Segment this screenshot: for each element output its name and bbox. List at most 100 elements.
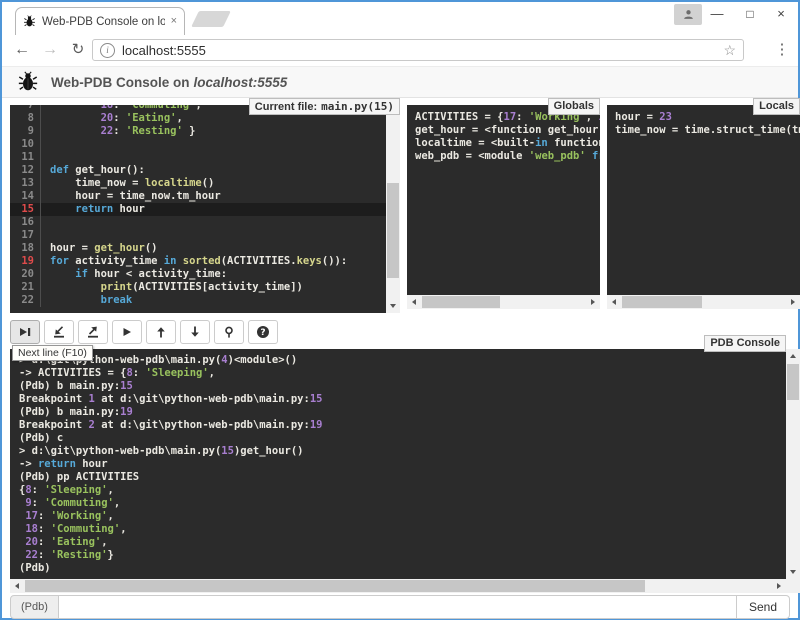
new-tab-button[interactable] (191, 11, 231, 27)
profile-icon (682, 8, 695, 21)
command-input[interactable] (59, 595, 737, 619)
next-line-button[interactable] (10, 320, 40, 344)
token: : (113, 112, 126, 124)
minimize-button[interactable]: — (702, 2, 732, 26)
forward-button[interactable]: → (38, 35, 62, 66)
token (50, 268, 75, 280)
console-line: Breakpoint 1 at d:\git\python-web-pdb\ma… (19, 393, 777, 406)
scroll-left-button[interactable] (10, 579, 24, 593)
token: def (50, 164, 69, 176)
send-button[interactable]: Send (737, 595, 790, 619)
line-number: 21 (10, 281, 41, 294)
code-vertical-scrollbar[interactable] (386, 105, 400, 313)
console-vertical-scrollbar[interactable] (786, 349, 800, 579)
token: for (50, 255, 69, 267)
token: sorted (183, 255, 221, 267)
scroll-thumb[interactable] (25, 580, 645, 592)
scroll-down-button[interactable] (786, 565, 800, 579)
token: 'Commuting' (44, 497, 114, 509)
console-line: (Pdb) b main.py:15 (19, 380, 777, 393)
pdb-console-output: > d:\git\python-web-pdb\main.py(4)<modul… (10, 349, 786, 579)
help-button[interactable]: ? (248, 320, 278, 344)
token: 15 (221, 445, 234, 457)
token: )<module>() (228, 354, 298, 366)
token: , (101, 536, 107, 548)
token: 22 (25, 549, 38, 561)
token: 20 (25, 536, 38, 548)
token: : (38, 549, 51, 561)
scroll-up-button[interactable] (786, 349, 800, 363)
browser-menu-button[interactable]: ⋮ (772, 35, 792, 66)
token: Breakpoint (19, 393, 89, 405)
continue-button[interactable] (112, 320, 142, 344)
scroll-thumb[interactable] (422, 296, 500, 308)
bookmark-star-icon[interactable]: ☆ (723, 42, 736, 59)
token: hour = (615, 111, 659, 123)
token: time_now = time.struct_time(tm_yea (615, 124, 800, 136)
scroll-left-button[interactable] (407, 295, 421, 309)
breakpoint-line-number: 15 (10, 203, 41, 216)
globals-horizontal-scrollbar[interactable] (407, 295, 600, 309)
back-button[interactable]: ← (10, 35, 34, 66)
token: , (176, 112, 182, 124)
down-button[interactable] (180, 320, 210, 344)
profile-button[interactable] (674, 4, 702, 25)
console-line: (Pdb) c (19, 432, 777, 445)
scroll-thumb[interactable] (787, 364, 799, 400)
globals-line: localtime = <built-in function loca (415, 137, 592, 150)
token: break (101, 294, 133, 306)
code-text: break (41, 294, 132, 307)
url-text[interactable]: localhost:5555 (122, 43, 716, 58)
close-button[interactable]: × (766, 2, 796, 26)
code-text: print(ACTIVITIES[activity_time]) (41, 281, 303, 294)
tooltip: Next line (F10) (12, 345, 93, 361)
locals-horizontal-scrollbar[interactable] (607, 295, 800, 309)
console-line: 18: 'Commuting', (19, 523, 777, 536)
scrollbar-corner (786, 579, 800, 593)
scroll-thumb[interactable] (387, 183, 399, 278)
token: (Pdb) (19, 562, 51, 574)
browser-window: Web-PDB Console on lo × — □ × ← → ↻ i lo… (0, 0, 800, 620)
tab-close-icon[interactable]: × (171, 16, 177, 27)
line-number: 9 (10, 125, 41, 138)
step-into-button[interactable] (44, 320, 74, 344)
scroll-right-button[interactable] (586, 295, 600, 309)
address-bar[interactable]: i localhost:5555 ☆ (92, 39, 744, 61)
token: localtime = <built- (415, 137, 535, 149)
page-title: Web-PDB Console onlocalhost:5555 (51, 75, 287, 90)
scroll-thumb[interactable] (622, 296, 702, 308)
where-button[interactable] (214, 320, 244, 344)
code-text (41, 216, 50, 229)
info-icon[interactable]: i (100, 43, 115, 58)
token: 23 (659, 111, 672, 123)
browser-tab[interactable]: Web-PDB Console on lo × (15, 7, 185, 35)
console-line: (Pdb) pp ACTIVITIES (19, 471, 777, 484)
line-number: 14 (10, 190, 41, 203)
token (50, 294, 101, 306)
token (50, 105, 101, 111)
token: at d:\git\python-web-pdb\main.py: (95, 419, 310, 431)
scroll-right-button[interactable] (786, 295, 800, 309)
reload-button[interactable]: ↻ (66, 35, 90, 66)
token: 'Commuting' (126, 105, 196, 111)
return-button[interactable] (78, 320, 108, 344)
maximize-button[interactable]: □ (735, 2, 765, 26)
console-line: 9: 'Commuting', (19, 497, 777, 510)
token: (Pdb) b main.py: (19, 406, 120, 418)
return-icon (86, 325, 100, 339)
token: : (113, 125, 126, 137)
code-line-19: 19for activity_time in sorted(ACTIVITIES… (10, 255, 386, 268)
console-line: {8: 'Sleeping', (19, 484, 777, 497)
code-line-20: 20 if hour < activity_time: (10, 268, 386, 281)
code-text: for activity_time in sorted(ACTIVITIES.k… (41, 255, 347, 268)
line-number: 18 (10, 242, 41, 255)
scroll-left-button[interactable] (607, 295, 621, 309)
code-line-16: 16 (10, 216, 386, 229)
code-editor[interactable]: 7 18: 'Commuting',8 20: 'Eating',9 22: '… (10, 105, 386, 313)
scroll-down-button[interactable] (386, 299, 400, 313)
token: 'web_pdb' (529, 150, 586, 162)
scroll-right-button[interactable] (772, 579, 786, 593)
up-button[interactable] (146, 320, 176, 344)
token: , (195, 105, 201, 111)
console-horizontal-scrollbar[interactable] (10, 579, 786, 593)
